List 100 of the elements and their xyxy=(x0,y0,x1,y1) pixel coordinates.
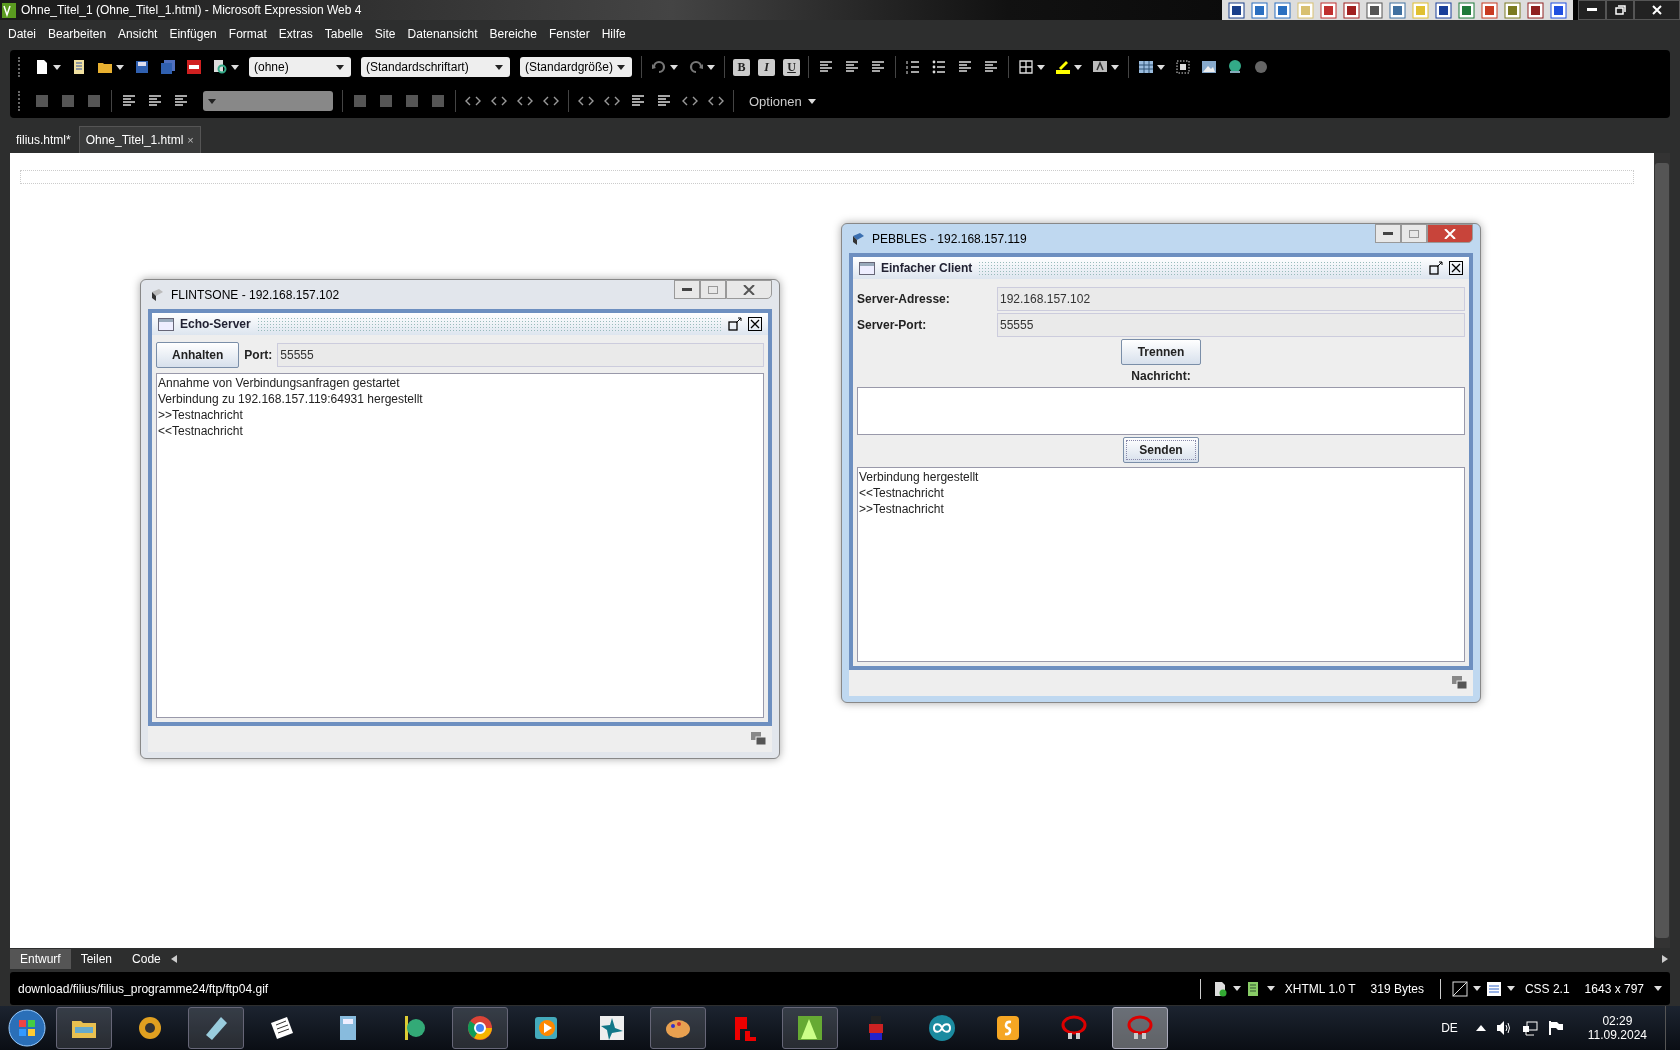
menu-item[interactable]: Einfügen xyxy=(163,27,223,41)
scroll-right-icon[interactable] xyxy=(1662,955,1668,963)
document-tab[interactable]: Ohne_Titel_1.html × xyxy=(78,126,201,153)
text-field[interactable]: 192.168.157.102 xyxy=(997,287,1465,311)
taskbar-button[interactable] xyxy=(56,1007,112,1049)
font-size-dropdown[interactable]: (Standardgröße) xyxy=(520,57,632,77)
align-right-icon[interactable] xyxy=(870,59,886,75)
highlight-icon[interactable] xyxy=(1055,59,1071,75)
taskbar-button[interactable] xyxy=(188,1007,244,1049)
view-tab[interactable]: Code xyxy=(122,949,171,969)
page-size-label[interactable]: 1643 x 797 xyxy=(1584,981,1644,996)
dropdown-caret-icon[interactable] xyxy=(617,64,625,70)
close-icon[interactable] xyxy=(748,317,762,331)
menu-item[interactable]: Format xyxy=(222,27,273,41)
view-tab[interactable]: Entwurf xyxy=(10,949,71,969)
menu-item[interactable]: Datei xyxy=(2,27,42,41)
port-field[interactable]: 55555 xyxy=(277,343,764,367)
format-button[interactable]: B xyxy=(733,58,750,76)
toolbar-icon[interactable] xyxy=(173,93,189,109)
resize-icon[interactable] xyxy=(750,731,768,747)
indent-icon[interactable] xyxy=(983,59,999,75)
dropdown-caret-icon[interactable] xyxy=(336,64,344,70)
text-field[interactable]: 55555 xyxy=(997,313,1465,337)
tab-close-button[interactable]: × xyxy=(187,134,194,146)
preview-icon[interactable] xyxy=(212,59,228,75)
menu-item[interactable]: Bearbeiten xyxy=(42,27,113,41)
dropdown-caret-icon[interactable] xyxy=(707,64,715,70)
dropdown-caret-icon[interactable] xyxy=(1654,986,1662,991)
send-button[interactable]: Senden xyxy=(1123,437,1199,463)
menu-item[interactable]: Tabelle xyxy=(318,27,369,41)
dropdown-caret-icon[interactable] xyxy=(670,64,678,70)
menu-item[interactable]: Site xyxy=(368,27,402,41)
dropdown-caret-icon[interactable] xyxy=(1111,64,1119,70)
style-dropdown[interactable]: (ohne) xyxy=(249,57,351,77)
show-hidden-icons-icon[interactable] xyxy=(1475,1025,1486,1031)
image-icon[interactable] xyxy=(1201,59,1217,75)
font-dropdown[interactable]: (Standardschriftart) xyxy=(361,57,510,77)
logo-icon[interactable] xyxy=(186,59,202,75)
minimize-button[interactable] xyxy=(1375,224,1401,243)
speaker-icon[interactable] xyxy=(1495,1020,1512,1036)
dropdown-caret-icon[interactable] xyxy=(1506,986,1515,991)
restore-icon[interactable] xyxy=(728,317,742,331)
dropdown-caret-icon[interactable] xyxy=(1157,64,1165,70)
toolbar-icon[interactable] xyxy=(121,93,137,109)
save-icon[interactable] xyxy=(134,59,150,75)
app-icon[interactable] xyxy=(1228,1,1245,19)
message-field[interactable] xyxy=(857,387,1465,435)
layer-icon[interactable] xyxy=(1175,59,1191,75)
toolbar-icon[interactable] xyxy=(656,93,672,109)
dropdown-caret-icon[interactable] xyxy=(116,64,124,70)
table-icon[interactable] xyxy=(1138,59,1154,75)
dropdown-caret-icon[interactable] xyxy=(1074,64,1082,70)
dropdown-caret-icon[interactable] xyxy=(1472,986,1481,991)
menu-item[interactable]: Datenansicht xyxy=(401,27,484,41)
menu-item[interactable]: Fenster xyxy=(542,27,596,41)
dropdown-caret-icon[interactable] xyxy=(1266,986,1275,991)
bullet-list-icon[interactable] xyxy=(931,59,947,75)
menu-item[interactable]: Hilfe xyxy=(595,27,632,41)
circle-icon[interactable] xyxy=(1253,59,1269,75)
menu-item[interactable]: Bereiche xyxy=(483,27,543,41)
save-all-icon[interactable] xyxy=(160,59,176,75)
start-button[interactable] xyxy=(8,1009,46,1047)
undo-icon[interactable] xyxy=(651,59,667,75)
format-button[interactable]: I xyxy=(758,58,775,76)
taskbar-button[interactable] xyxy=(782,1007,838,1049)
menu-item[interactable]: Ansicht xyxy=(112,27,164,41)
toolbar-icon[interactable] xyxy=(630,93,646,109)
dropdown-caret-icon[interactable] xyxy=(53,64,61,70)
taskbar-button[interactable] xyxy=(650,1007,706,1049)
stop-button[interactable]: Anhalten xyxy=(156,342,240,368)
rendering-icon[interactable] xyxy=(1451,980,1468,997)
dropdown-caret-icon[interactable] xyxy=(231,64,239,70)
close-icon[interactable] xyxy=(1449,261,1463,275)
menu-item[interactable]: Extras xyxy=(272,27,319,41)
redo-icon[interactable] xyxy=(688,59,704,75)
close-button[interactable] xyxy=(726,280,772,299)
font-color-icon[interactable] xyxy=(1092,59,1108,75)
dropdown-caret-icon[interactable] xyxy=(495,64,503,70)
dropdown-caret-icon[interactable] xyxy=(1037,64,1045,70)
align-center-icon[interactable] xyxy=(844,59,860,75)
align-left-icon[interactable] xyxy=(818,59,834,75)
close-button[interactable] xyxy=(1634,0,1680,20)
restore-button[interactable] xyxy=(1606,0,1634,20)
dropdown-caret-icon[interactable] xyxy=(807,98,816,104)
flag-icon[interactable] xyxy=(1547,1020,1564,1036)
minimize-button[interactable] xyxy=(1578,0,1606,20)
disconnect-button[interactable]: Trennen xyxy=(1121,339,1201,365)
restore-icon[interactable] xyxy=(1429,261,1443,275)
scrollbar[interactable] xyxy=(1654,153,1670,948)
dropdown-caret-icon[interactable] xyxy=(1232,986,1241,991)
page-icon[interactable] xyxy=(71,59,87,75)
css-schema-icon[interactable] xyxy=(1485,980,1502,997)
clock[interactable]: 02:29 11.09.2024 xyxy=(1587,1014,1647,1042)
resize-icon[interactable] xyxy=(1451,675,1469,691)
language-indicator[interactable]: DE xyxy=(1441,1021,1458,1035)
taskbar-button[interactable] xyxy=(452,1007,508,1049)
format-button[interactable]: U xyxy=(783,58,800,76)
doctype-label[interactable]: XHTML 1.0 T xyxy=(1284,981,1356,996)
scroll-left-icon[interactable] xyxy=(170,955,177,963)
minimize-button[interactable] xyxy=(674,280,700,299)
